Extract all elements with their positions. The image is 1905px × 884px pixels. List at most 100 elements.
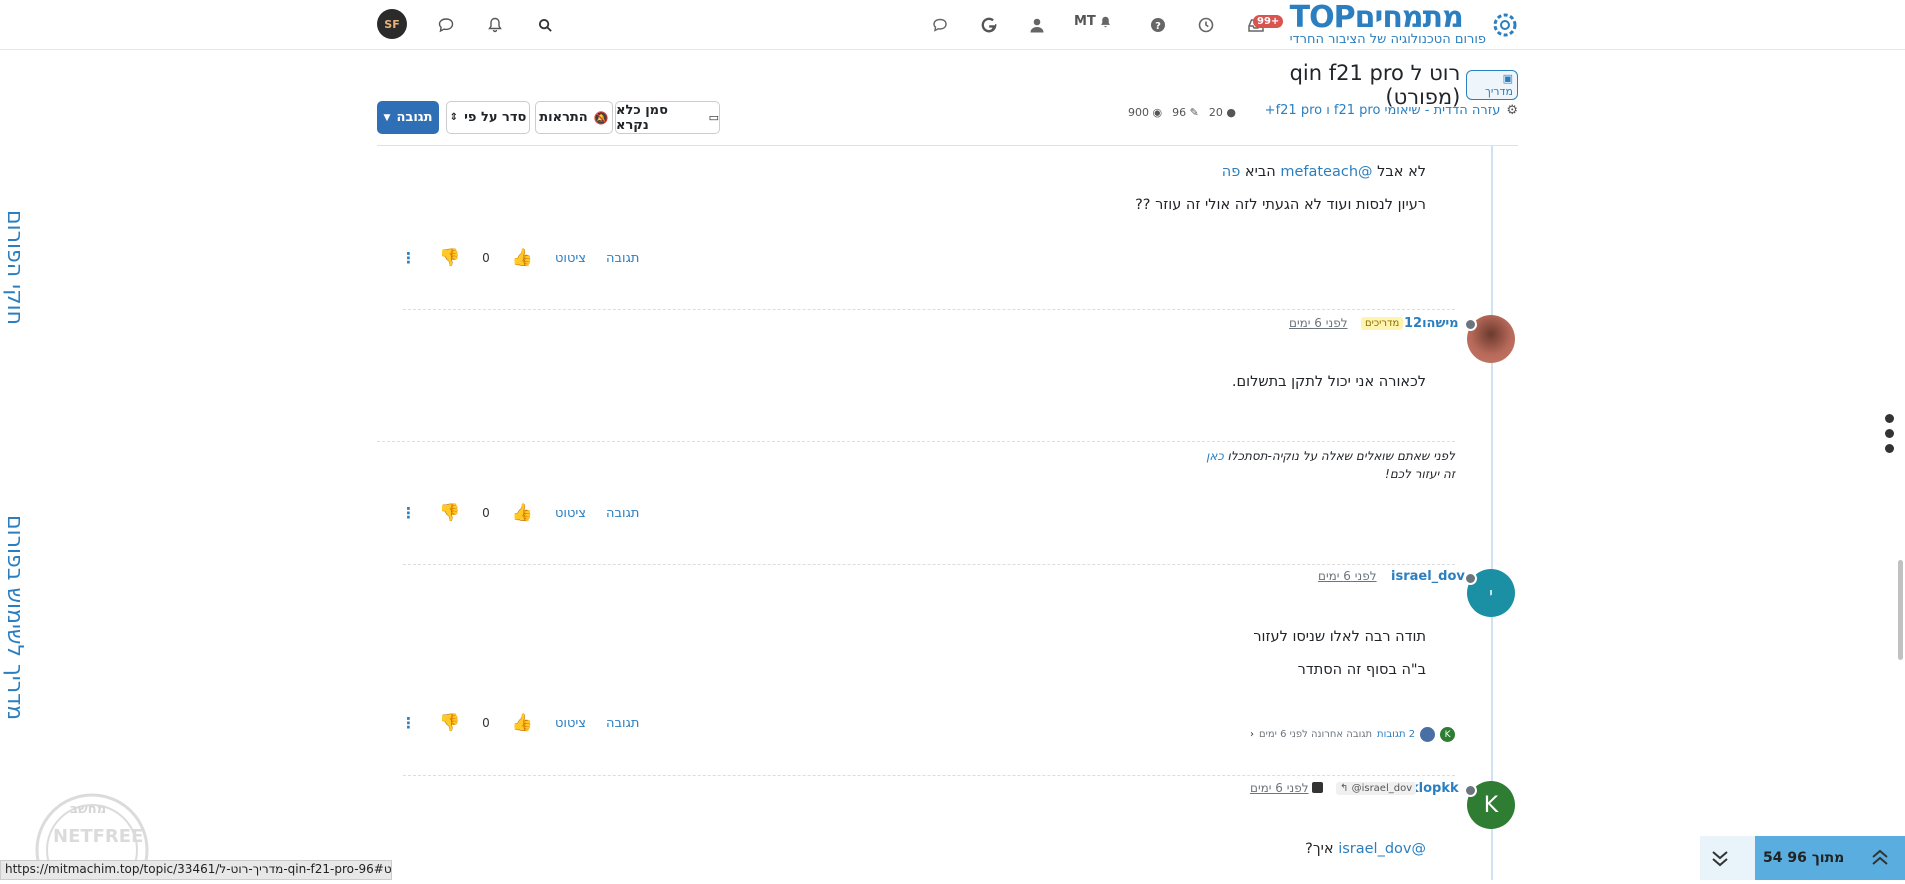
mention-link[interactable]: @israel_dov (1338, 841, 1426, 857)
pagination-label: 54 מתוך 96 (1763, 850, 1845, 866)
post-1-actions: ⋮ 👎 0 👍 ציטוט תגובה (401, 248, 639, 268)
reply-arrow-icon: ↰ (1340, 783, 1349, 794)
post-2-author[interactable]: מישהו12 (1404, 316, 1459, 331)
post-2-body: לכאורה אני יכול לתקן בתשלום. (1231, 374, 1426, 390)
topic-title: רוט ל qin f21 pro (מפורט) (1289, 61, 1461, 109)
post-2-group-badge[interactable]: מדריכים (1361, 317, 1404, 330)
downvote-icon[interactable]: 👎 (439, 248, 460, 268)
bell-slash-icon: 🔕 (593, 110, 609, 125)
posts-timeline (1491, 146, 1493, 880)
posters-stat: 20 ● (1208, 106, 1236, 119)
reply-button[interactable]: ▼ תגובה (377, 101, 439, 134)
user-icon[interactable] (1024, 12, 1050, 38)
topic-tag[interactable]: ▣ מדריך (1466, 70, 1518, 100)
avatar-initials: SF (384, 17, 400, 31)
person-icon: ● (1226, 106, 1236, 119)
post-menu-icon[interactable]: ⋮ (401, 504, 416, 522)
signature-separator (377, 441, 1455, 442)
reply-link[interactable]: תגובה (606, 251, 639, 266)
reply-avatar-1: K (1440, 727, 1456, 742)
vote-count: 0 (482, 506, 490, 520)
mark-unread-button[interactable]: סמן כלא נקרא ▭ (615, 101, 720, 134)
bell-filled-icon (1100, 16, 1110, 27)
google-icon[interactable] (976, 12, 1002, 38)
post-separator (403, 309, 1455, 310)
downvote-icon[interactable]: 👎 (439, 713, 460, 733)
post-3-status-dot (1464, 572, 1477, 585)
recent-clock-icon[interactable] (1193, 12, 1219, 38)
site-logo[interactable]: TOPמתמחים פורום הטכנולוגיה של הציבור החר… (1285, 2, 1520, 48)
post-4-timestamp[interactable]: לפני 6 ימים (1250, 781, 1309, 795)
downvote-icon[interactable]: 👎 (439, 503, 460, 523)
post-3-replies-summary[interactable]: K 2 תגובות תגובה אחרונה לפני 6 ימים ‹ (1250, 727, 1456, 742)
post-1-line-2: רעיון לנסות ועוד לא הגעתי לזה אולי זה עו… (1135, 197, 1426, 213)
topic-header: ▣ מדריך רוט ל qin f21 pro (מפורט) (1210, 61, 1518, 109)
status-bar-url: https://mitmachim.top/topic/33461/מדריך-… (0, 860, 392, 880)
replies-last: תגובה אחרונה לפני 6 ימים (1259, 729, 1373, 740)
watermark-sub: מחשב (70, 802, 107, 817)
category-breadcrumb[interactable]: עזרה הדדית - שיאומי f21 pro ו f21 pro+ (1265, 103, 1501, 118)
views-stat: 900 ◉ (1128, 106, 1163, 119)
post-2-status-dot (1464, 318, 1477, 331)
post-4-author[interactable]: klopkk (1410, 781, 1459, 796)
post-4-reply-to[interactable]: ↰ @israel_dov (1336, 782, 1417, 795)
brand-top: TOP (1289, 0, 1356, 35)
post-3-actions: ⋮ 👎 0 👍 ציטוט תגובה (401, 713, 639, 733)
upvote-icon[interactable]: 👍 (512, 248, 533, 268)
gear-logo-icon (1493, 13, 1517, 37)
vote-count: 0 (482, 251, 490, 265)
user-initials: MT (1074, 14, 1096, 29)
user-notifications[interactable]: MT (1074, 14, 1112, 29)
eye-icon: ◉ (1152, 106, 1163, 119)
category-icon: ⚙ (1506, 103, 1518, 118)
signature-link[interactable]: כאן (1206, 449, 1224, 463)
here-link[interactable]: פה (1222, 164, 1241, 180)
post-3-timestamp[interactable]: לפני 6 ימים (1318, 569, 1377, 583)
reply-link[interactable]: תגובה (606, 506, 639, 521)
post-separator (403, 775, 1455, 776)
mention-link[interactable]: @mefateach (1280, 164, 1372, 180)
inbox-tray-icon: ▭ (708, 111, 719, 124)
post-4-status-dot (1464, 784, 1477, 797)
post-3-author[interactable]: israel_dov (1391, 569, 1465, 584)
post-2-timestamp[interactable]: לפני 6 ימים (1289, 316, 1348, 330)
help-icon[interactable]: ? (1145, 12, 1171, 38)
chat-icon[interactable] (433, 12, 459, 38)
bell-icon[interactable] (482, 12, 508, 38)
upvote-icon[interactable]: 👍 (512, 713, 533, 733)
caret-down-icon: ▼ (383, 112, 391, 123)
post-3-line-1: תודה רבה לאלו שניסו לעזור (1253, 629, 1426, 645)
post-2-actions: ⋮ 👎 0 👍 ציטוט תגובה (401, 503, 639, 523)
edited-icon (1312, 782, 1323, 793)
user-avatar[interactable]: SF (377, 9, 407, 39)
notification-count-badge: 99+ (1253, 9, 1284, 28)
post-menu-icon[interactable]: ⋮ (401, 714, 416, 732)
sort-button[interactable]: ⇕ סדר על פי (446, 101, 530, 134)
chats-icon[interactable] (927, 12, 953, 38)
guide-book-icon: ▣ (1502, 72, 1513, 85)
upvote-icon[interactable]: 👍 (512, 503, 533, 523)
post-1-line-1: לא אבל @mefateach הביא פה (1221, 164, 1426, 180)
chevrons-up-icon[interactable] (1870, 846, 1890, 870)
side-menu-dots-icon[interactable] (1885, 414, 1895, 462)
side-link-usage-guide[interactable]: מדריך לשימוש בפורום (2, 515, 27, 720)
notifications-button[interactable]: התראות 🔕 (535, 101, 613, 134)
post-2-signature: לפני שאתם שואלים שאלה על נוקיה-תסתכלו כא… (1206, 449, 1455, 481)
post-menu-icon[interactable]: ⋮ (401, 249, 416, 267)
brand-text: TOPמתמחים פורום הטכנולוגיה של הציבור החר… (1290, 3, 1486, 47)
quote-link[interactable]: ציטוט (555, 506, 586, 521)
chevrons-down-icon[interactable] (1710, 846, 1730, 870)
quote-link[interactable]: ציטוט (555, 251, 586, 266)
search-icon[interactable] (532, 12, 558, 38)
post-separator (403, 564, 1455, 565)
watermark-text: NETFREE (53, 826, 144, 847)
sort-icon: ⇕ (449, 112, 459, 123)
reply-link[interactable]: תגובה (606, 716, 639, 731)
svg-text:?: ? (1155, 21, 1161, 32)
page-scrollbar-thumb[interactable] (1898, 560, 1903, 660)
side-link-forum-rules[interactable]: חוקי הפורום (2, 210, 27, 325)
quote-link[interactable]: ציטוט (555, 716, 586, 731)
toolbar-divider (377, 145, 1518, 146)
post-3-line-2: ב"ה בסוף זה הסתדר (1297, 662, 1426, 678)
vote-count: 0 (482, 716, 490, 730)
